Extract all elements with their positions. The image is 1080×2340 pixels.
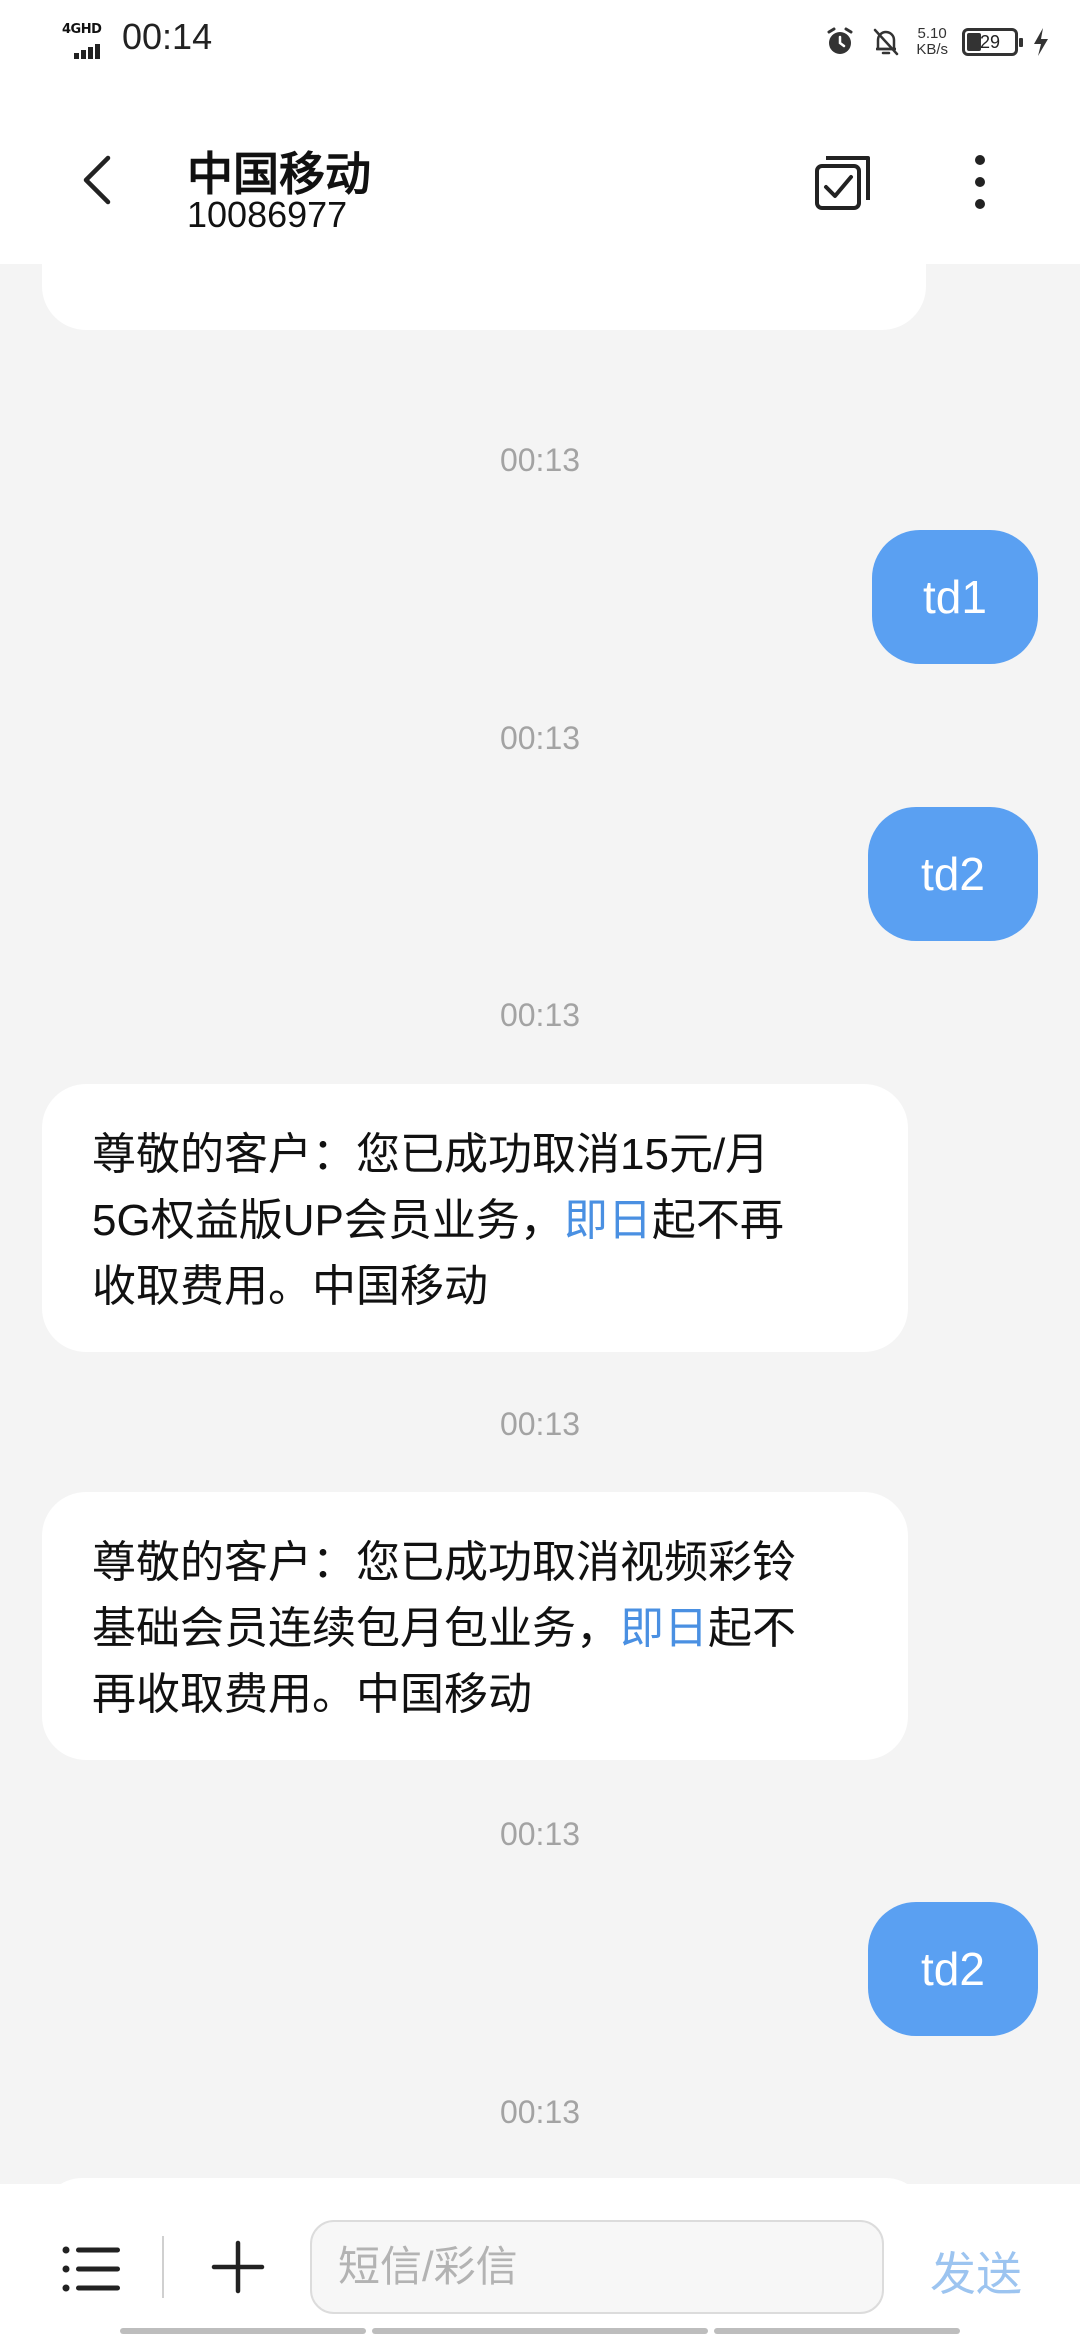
status-time: 00:14 — [122, 16, 213, 57]
timestamp: 00:13 — [499, 997, 581, 1033]
message-line: 基础会员连续包月包业务， — [92, 1604, 620, 1653]
message-line: 尊敬的客户：您已成功取消视频彩铃 — [92, 1538, 796, 1587]
compose-bar: 发送 — [0, 2184, 1080, 2340]
message-bubble-received[interactable]: 尊敬的客户：您已成功取消15元/月 5G权益版UP会员业务，即日起不再 收取费用… — [42, 1084, 908, 1352]
contact-number: 10086977 — [187, 194, 348, 235]
network-speed: 5.10 KB/s — [916, 26, 948, 58]
message-input[interactable] — [310, 2220, 884, 2314]
timestamp: 00:13 — [499, 1816, 581, 1852]
conversation-header: 中国移动 10086977 — [0, 80, 1080, 264]
message-bubble-received-partial[interactable] — [42, 264, 926, 330]
status-right-group: 5.10 KB/s 29 — [824, 20, 1050, 64]
message-bubble-sent[interactable]: td2 — [868, 807, 1038, 941]
timestamp: 00:13 — [499, 442, 581, 478]
more-vertical-icon[interactable] — [960, 150, 1000, 214]
signal-icon — [74, 40, 102, 59]
date-link[interactable]: 即日 — [564, 1196, 652, 1245]
charging-icon — [1034, 28, 1048, 56]
mute-notification-icon — [874, 28, 899, 56]
gesture-bar — [714, 2328, 960, 2334]
network-indicator: 4GHD — [62, 22, 112, 59]
message-line: 5G权益版UP会员业务， — [92, 1196, 564, 1245]
add-icon[interactable] — [210, 2239, 266, 2295]
status-bar: 4GHD 00:14 5.10 KB/s 29 — [0, 0, 1080, 80]
network-label: 4GHD — [62, 22, 102, 37]
timestamp: 00:13 — [499, 1406, 581, 1442]
message-line: 收取费用。中国移动 — [92, 1262, 488, 1311]
message-line: 再收取费用。中国移动 — [92, 1670, 532, 1719]
alarm-icon — [827, 27, 853, 54]
message-bubble-sent[interactable]: td2 — [868, 1902, 1038, 2036]
message-text: 尊敬的客户：您已成功取消15元/月 5G权益版UP会员业务，即日起不再 收取费用… — [92, 1122, 858, 1320]
multi-select-icon[interactable] — [812, 150, 876, 214]
back-arrow-icon[interactable] — [70, 150, 130, 210]
divider — [162, 2236, 164, 2298]
timestamp: 00:13 — [499, 2094, 581, 2130]
message-line: 尊敬的客户：您已成功取消15元/月 — [92, 1130, 770, 1179]
battery-level: 29 — [979, 32, 1001, 52]
message-bubble-received[interactable]: 尊敬的客户：您已成功取消视频彩铃 基础会员连续包月包业务，即日起不 再收取费用。… — [42, 1492, 908, 1760]
gesture-bar — [372, 2328, 708, 2334]
message-text: 尊敬的客户：您已成功取消视频彩铃 基础会员连续包月包业务，即日起不 再收取费用。… — [92, 1530, 858, 1728]
message-line: 起不 — [708, 1604, 796, 1653]
speed-unit: KB/s — [916, 41, 948, 58]
message-line: 起不再 — [651, 1196, 784, 1245]
battery-icon: 29 — [962, 28, 1023, 56]
message-list[interactable]: 00:13 td1 00:13 td2 00:13 尊敬的客户：您已成功取消15… — [0, 264, 1080, 2184]
timestamp: 00:13 — [499, 720, 581, 756]
send-button[interactable]: 发送 — [930, 2238, 1022, 2304]
menu-list-icon[interactable] — [62, 2244, 120, 2294]
date-link[interactable]: 即日 — [620, 1604, 708, 1653]
message-bubble-sent[interactable]: td1 — [872, 530, 1038, 664]
speed-value: 5.10 — [917, 25, 947, 42]
gesture-bar — [120, 2328, 366, 2334]
